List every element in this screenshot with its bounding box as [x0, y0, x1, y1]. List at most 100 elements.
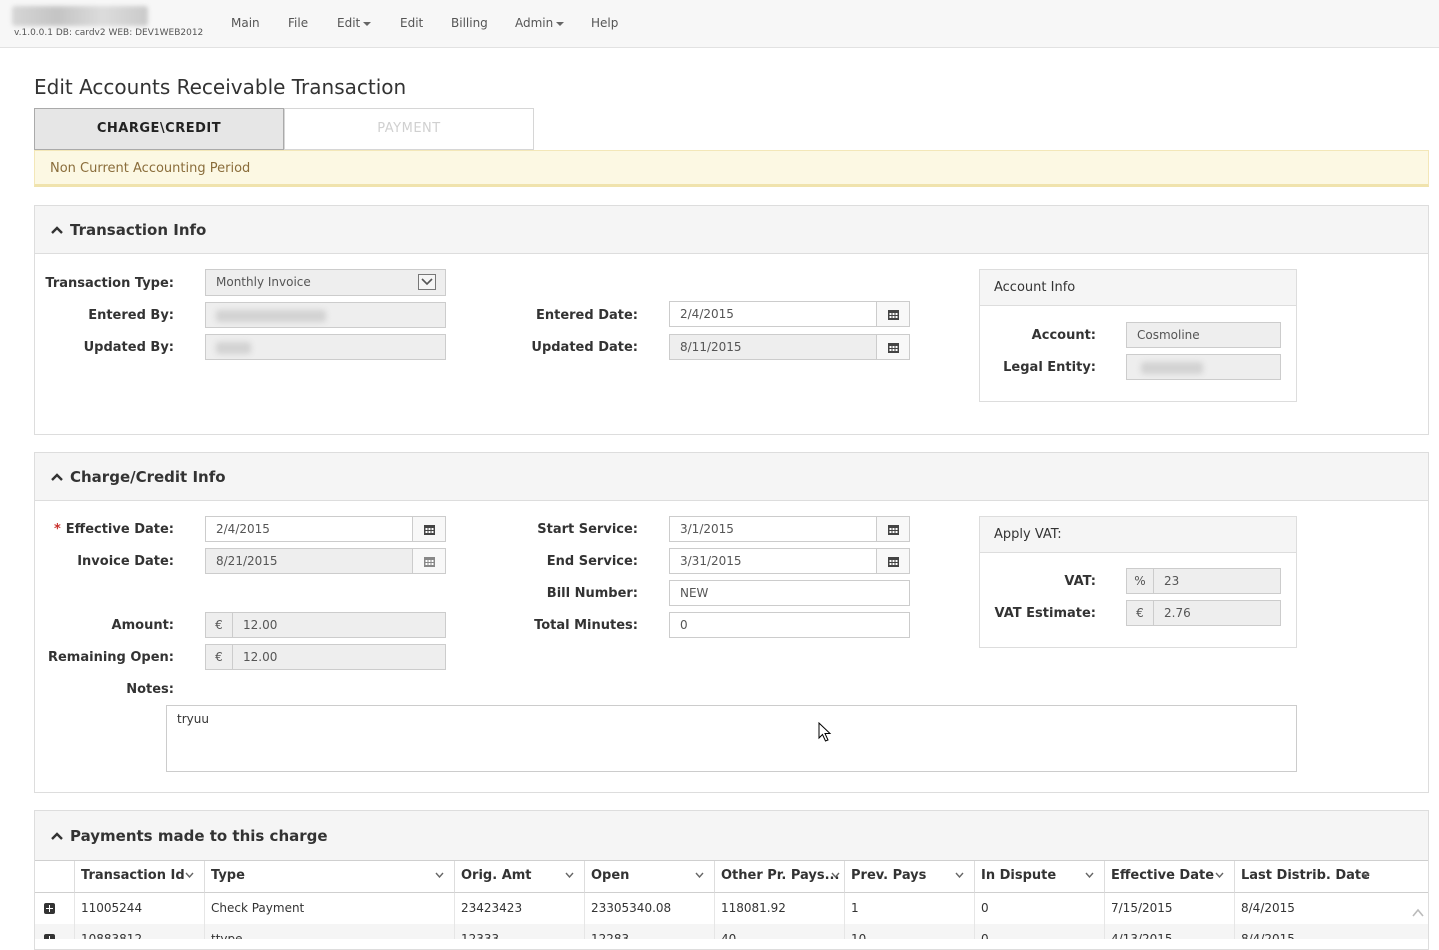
page-title: Edit Accounts Receivable Transaction: [34, 75, 407, 99]
column-header-orig-amt[interactable]: Orig. Amt: [455, 861, 585, 893]
column-header-label: Last Distrib. Date: [1241, 868, 1370, 883]
column-header-label: Open: [591, 868, 630, 883]
cell-last-distrib-date: 8/4/2015: [1241, 901, 1295, 915]
transaction-type-select[interactable]: Monthly Invoice: [205, 269, 446, 296]
calendar-icon: [888, 525, 899, 535]
start-service-input[interactable]: 3/1/2015: [669, 516, 877, 542]
cell-effective-date: 7/15/2015: [1105, 893, 1235, 924]
nav-billing-label: Billing: [451, 16, 488, 30]
effective-date-input[interactable]: 2/4/2015: [205, 516, 413, 542]
cell-orig-amt: 12333: [455, 924, 585, 939]
column-header-label: Orig. Amt: [461, 868, 532, 883]
currency-addon: €: [205, 644, 233, 670]
expand-plus-icon[interactable]: [44, 934, 55, 939]
redacted-text: [1141, 362, 1203, 374]
updated-date-label: Updated Date:: [531, 340, 638, 355]
total-minutes-input[interactable]: 0: [669, 612, 910, 638]
end-service-label: End Service:: [546, 554, 638, 569]
column-header-type[interactable]: Type: [205, 861, 455, 893]
account-label: Account:: [1031, 328, 1096, 343]
nav-admin-label: Admin: [515, 16, 554, 30]
percent-addon: %: [1126, 568, 1154, 594]
chevron-up-icon[interactable]: [51, 832, 63, 840]
column-header-label: Effective Date: [1111, 868, 1215, 883]
cell-last-distrib-date: 8/4/2015: [1235, 924, 1428, 939]
cell-orig-amt: 23423423: [455, 893, 585, 924]
cell-open: 23305340.08: [585, 893, 715, 924]
invoice-date-label: Invoice Date:: [77, 554, 174, 569]
chevron-down-icon[interactable]: [565, 872, 574, 878]
updated-by-field: [205, 334, 446, 360]
chevron-down-icon[interactable]: [955, 872, 964, 878]
column-header-other-pr-pays[interactable]: Other Pr. Pays...: [715, 861, 845, 893]
cell-in-dispute: 0: [975, 924, 1105, 939]
nav-help[interactable]: Help: [591, 16, 618, 30]
chevron-up-icon[interactable]: [51, 226, 63, 234]
vat-field: 23: [1153, 568, 1281, 594]
entered-date-label: Entered Date:: [535, 308, 638, 323]
chevron-down-icon[interactable]: [435, 872, 444, 878]
chevron-down-icon[interactable]: [185, 872, 194, 878]
remaining-open-label: Remaining Open:: [47, 650, 174, 665]
column-header-prev-pays[interactable]: Prev. Pays: [845, 861, 975, 893]
cell-other-pr-pays: 118081.92: [715, 893, 845, 924]
redacted-text: [216, 342, 251, 354]
chevron-down-icon[interactable]: [695, 872, 704, 878]
nav-edit-dropdown[interactable]: Edit: [337, 16, 372, 30]
calendar-icon: [888, 343, 899, 353]
column-header-label: Transaction Id: [81, 868, 185, 883]
column-header-in-dispute[interactable]: In Dispute: [975, 861, 1105, 893]
expand-cell[interactable]: [35, 893, 75, 924]
column-header-last-distrib-date[interactable]: Last Distrib. Date: [1235, 861, 1428, 893]
effective-date-picker[interactable]: [412, 516, 446, 542]
column-header-open[interactable]: Open: [585, 861, 715, 893]
chevron-down-icon[interactable]: [831, 872, 840, 878]
cell-in-dispute: 0: [975, 893, 1105, 924]
expand-cell[interactable]: [35, 924, 75, 939]
expand-plus-icon[interactable]: [44, 903, 55, 914]
payments-header[interactable]: Payments made to this charge: [35, 811, 1428, 861]
nav-main[interactable]: Main: [231, 16, 260, 30]
entered-date-picker[interactable]: [876, 301, 910, 327]
chevron-down-icon[interactable]: [418, 274, 436, 290]
total-minutes-label: Total Minutes:: [534, 618, 638, 633]
nav-file[interactable]: File: [288, 16, 308, 30]
cell-other-pr-pays: 40: [715, 924, 845, 939]
cell-effective-date: 4/13/2015: [1105, 924, 1235, 939]
start-service-label: Start Service:: [537, 522, 638, 537]
tab-charge-credit[interactable]: CHARGE\CREDIT: [34, 108, 284, 150]
transaction-type-value: Monthly Invoice: [216, 275, 311, 289]
tab-payment[interactable]: PAYMENT: [284, 108, 534, 150]
column-header-transaction-id[interactable]: Transaction Id: [75, 861, 205, 893]
start-service-picker[interactable]: [876, 516, 910, 542]
cell-prev-pays: 1: [845, 893, 975, 924]
updated-by-label: Updated By:: [83, 340, 174, 355]
notes-textarea[interactable]: tryuu: [166, 705, 1297, 772]
end-service-input[interactable]: 3/31/2015: [669, 548, 877, 574]
chevron-down-icon[interactable]: [1361, 872, 1370, 878]
legal-entity-label: Legal Entity:: [1003, 360, 1096, 375]
redacted-text: [216, 310, 326, 322]
column-header-label: In Dispute: [981, 868, 1057, 883]
scroll-up-icon[interactable]: [1412, 908, 1424, 917]
cell-transaction-id: 10883812: [75, 924, 205, 939]
transaction-info-header[interactable]: Transaction Info: [35, 206, 1428, 254]
column-header-effective-date[interactable]: Effective Date: [1105, 861, 1235, 893]
cell-type: Check Payment: [205, 893, 455, 924]
brand-logo[interactable]: [12, 6, 148, 26]
end-service-picker[interactable]: [876, 548, 910, 574]
chevron-down-icon[interactable]: [1215, 872, 1224, 878]
entered-by-label: Entered By:: [88, 308, 174, 323]
nav-admin-dropdown[interactable]: Admin: [515, 16, 565, 30]
nav-billing[interactable]: Billing: [451, 16, 488, 30]
invoice-date-field: 8/21/2015: [205, 548, 413, 574]
vat-estimate-field: 2.76: [1153, 600, 1281, 626]
bill-number-input[interactable]: NEW: [669, 580, 910, 606]
chevron-down-icon[interactable]: [1085, 872, 1094, 878]
cell-open: 12283: [585, 924, 715, 939]
entered-date-input[interactable]: 2/4/2015: [669, 301, 877, 327]
mouse-cursor-icon: [818, 722, 832, 742]
chevron-up-icon[interactable]: [51, 473, 63, 481]
nav-edit[interactable]: Edit: [400, 16, 423, 30]
charge-credit-info-header[interactable]: Charge/Credit Info: [35, 453, 1428, 501]
